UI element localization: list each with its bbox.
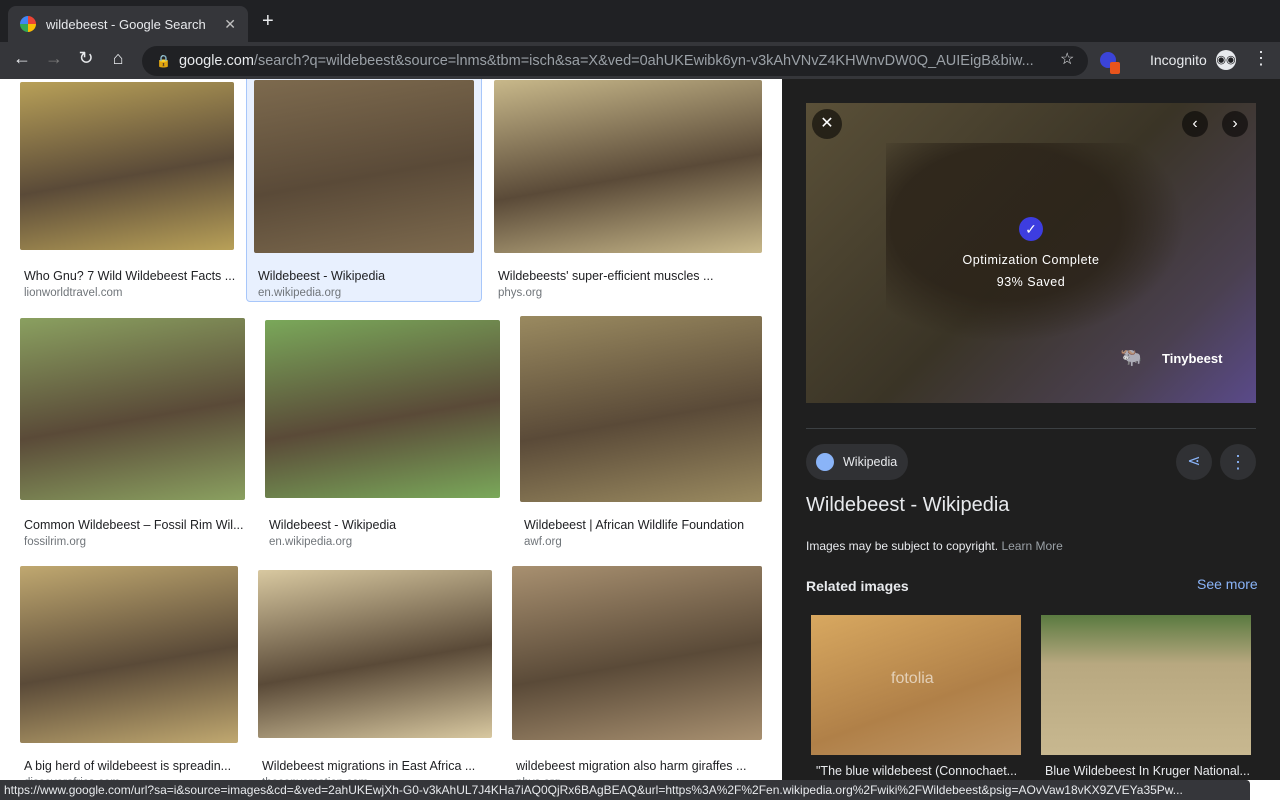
source-chip[interactable]: Wikipedia: [806, 444, 908, 480]
result-source: phys.org: [498, 287, 543, 299]
saved-percent: 93% Saved: [996, 275, 1066, 289]
status-bar-url: https://www.google.com/url?sa=i&source=i…: [0, 780, 1250, 800]
result-image[interactable]: [520, 316, 762, 502]
result-title[interactable]: Wildebeest migrations in East Africa ...: [262, 759, 475, 773]
address-bar[interactable]: 🔒 google.com/search?q=wildebeest&source=…: [142, 46, 1088, 76]
globe-icon: [816, 453, 834, 471]
result-source: awf.org: [524, 536, 562, 548]
preview-image[interactable]: ✕ ‹ › ✓ Optimization Complete 93% Saved …: [806, 103, 1256, 403]
browser-menu-icon[interactable]: ⋮: [1252, 48, 1270, 69]
incognito-label: Incognito: [1150, 52, 1207, 68]
result-image[interactable]: [20, 82, 234, 250]
result-image[interactable]: [258, 570, 492, 738]
brand-name: Tinybeest: [1162, 351, 1223, 366]
divider: [806, 428, 1256, 429]
wildebeest-silhouette: [886, 143, 1186, 343]
checkmark-icon: ✓: [1019, 217, 1043, 241]
related-caption-2[interactable]: Blue Wildebeest In Kruger National...: [1045, 764, 1250, 778]
watermark: fotolia: [891, 670, 934, 687]
back-icon[interactable]: ←: [10, 48, 34, 69]
forward-icon[interactable]: →: [42, 48, 66, 69]
result-title[interactable]: Wildebeests' super-efficient muscles ...: [498, 269, 713, 283]
result-source: en.wikipedia.org: [258, 287, 342, 299]
result-title[interactable]: A big herd of wildebeest is spreadin...: [24, 759, 231, 773]
extension-badge: [1110, 62, 1120, 74]
tab-strip: wildebeest - Google Search ✕ +: [0, 0, 1280, 42]
copyright-notice: Images may be subject to copyright. Lear…: [806, 539, 1063, 553]
source-chip-label: Wikipedia: [843, 455, 898, 469]
related-heading: Related images: [806, 578, 909, 594]
result-title[interactable]: Wildebeest | African Wildlife Foundation: [524, 518, 744, 532]
browser-toolbar: ← → ↻ ⌂ 🔒 google.com/search?q=wildebeest…: [0, 42, 1280, 79]
new-tab-button[interactable]: +: [262, 10, 274, 33]
optimization-status: Optimization Complete: [962, 253, 1100, 267]
google-favicon-icon: [20, 16, 36, 32]
image-results-grid: Who Gnu? 7 Wild Wildebeest Facts ... lion…: [0, 79, 782, 780]
result-title[interactable]: wildebeest migration also harm giraffes …: [516, 759, 746, 773]
share-icon[interactable]: ⋖: [1176, 444, 1212, 480]
close-tab-icon[interactable]: ✕: [224, 16, 236, 33]
tinybeest-logo-icon: 🐃: [1120, 347, 1143, 367]
incognito-icon[interactable]: ◉◉: [1216, 50, 1236, 70]
previous-image-icon[interactable]: ‹: [1182, 111, 1208, 137]
next-image-icon[interactable]: ›: [1222, 111, 1248, 137]
result-image[interactable]: [494, 80, 762, 253]
preview-title[interactable]: Wildebeest - Wikipedia: [806, 494, 1009, 517]
result-source: fossilrim.org: [24, 536, 86, 548]
result-title[interactable]: Wildebeest - Wikipedia: [269, 518, 396, 532]
related-caption-1[interactable]: "The blue wildebeest (Connochaet...: [816, 764, 1017, 778]
more-options-icon[interactable]: ⋮: [1220, 444, 1256, 480]
result-source: en.wikipedia.org: [269, 536, 353, 548]
see-more-link[interactable]: See more: [1197, 576, 1258, 592]
result-title[interactable]: Common Wildebeest – Fossil Rim Wil...: [24, 518, 244, 532]
home-icon[interactable]: ⌂: [106, 48, 130, 69]
url-path: /search?q=wildebeest&source=lnms&tbm=isc…: [253, 53, 1034, 69]
result-image[interactable]: [512, 566, 762, 740]
result-title[interactable]: Who Gnu? 7 Wild Wildebeest Facts ...: [24, 269, 235, 283]
close-preview-icon[interactable]: ✕: [812, 109, 842, 139]
tab-title: wildebeest - Google Search: [46, 16, 206, 32]
preview-panel: ✕ ‹ › ✓ Optimization Complete 93% Saved …: [782, 79, 1280, 780]
result-title[interactable]: Wildebeest - Wikipedia: [258, 269, 385, 283]
result-image[interactable]: [20, 566, 238, 743]
copyright-text: Images may be subject to copyright.: [806, 539, 999, 553]
learn-more-link[interactable]: Learn More: [1001, 539, 1062, 553]
bookmark-star-icon[interactable]: ☆: [1060, 49, 1074, 69]
tab-google-search[interactable]: wildebeest - Google Search ✕: [8, 6, 248, 42]
result-source: lionworldtravel.com: [24, 287, 123, 299]
related-image-1[interactable]: fotolia: [811, 615, 1021, 755]
result-image[interactable]: [265, 320, 500, 498]
url-host: google.com: [178, 53, 254, 69]
related-image-2[interactable]: [1041, 615, 1251, 755]
lock-icon: 🔒: [156, 54, 171, 68]
result-image[interactable]: [20, 318, 245, 500]
result-image[interactable]: [254, 80, 474, 253]
reload-icon[interactable]: ↻: [74, 48, 98, 69]
